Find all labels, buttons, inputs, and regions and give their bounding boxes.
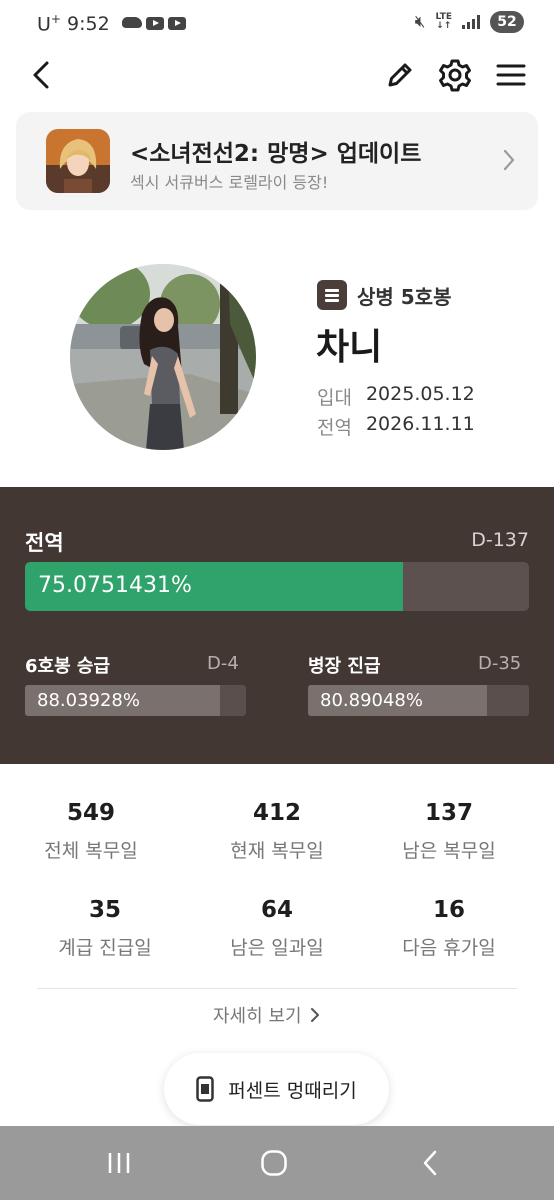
recent-apps-button[interactable] xyxy=(99,1146,139,1180)
stat-workdays-left: 64 남은 일과일 xyxy=(197,897,357,960)
stat-promotion-days: 35 계급 진급일 xyxy=(25,897,185,960)
banner-subtitle: 섹시 서큐버스 로렐라이 등장! xyxy=(130,173,329,192)
stat-value: 412 xyxy=(252,800,301,826)
carrier-label: U+ xyxy=(37,12,61,36)
system-back-button[interactable] xyxy=(410,1146,450,1180)
discharge-progress-bar: 75.0751431% xyxy=(25,562,529,611)
details-link-label: 자세히 보기 xyxy=(213,1006,302,1027)
rank-label: 상병 5호봉 xyxy=(357,284,452,309)
stat-served-days: 412 현재 복무일 xyxy=(197,800,357,863)
stat-label: 현재 복무일 xyxy=(230,840,324,862)
phone-icon xyxy=(196,1076,215,1102)
battery-indicator: 52 xyxy=(490,11,524,33)
details-link[interactable]: 자세히 보기 xyxy=(213,1002,320,1028)
discharge-dday: D-137 xyxy=(471,529,529,551)
status-bar: U+ 9:52 🔇︎ LTE ↓↑ 52 xyxy=(0,0,554,46)
rank-badge-icon xyxy=(317,280,347,310)
discharge-date: 2026.11.11 xyxy=(365,413,475,435)
pencil-icon xyxy=(388,63,412,87)
stat-value: 64 xyxy=(260,897,293,923)
edit-button[interactable] xyxy=(378,53,422,97)
percent-watch-label: 퍼센트 멍때리기 xyxy=(228,1079,357,1102)
rank-row: 상병 5호봉 xyxy=(317,280,451,310)
rankup-dday: D-35 xyxy=(478,653,522,674)
back-icon xyxy=(423,1150,437,1176)
discharge-label: 전역 xyxy=(317,417,352,439)
promo-progress-percent: 88.03928% xyxy=(37,690,140,711)
banner-title: <소녀전선2: 망명> 업데이트 xyxy=(130,141,422,167)
stat-label: 남은 복무일 xyxy=(402,840,496,862)
enlist-date: 2025.05.12 xyxy=(365,383,475,405)
youtube-icon xyxy=(145,17,164,31)
gear-icon xyxy=(439,59,471,92)
settings-button[interactable] xyxy=(433,53,477,97)
stat-label: 전체 복무일 xyxy=(44,840,138,862)
stat-label: 남은 일과일 xyxy=(230,937,324,959)
stat-remaining-days: 137 남은 복무일 xyxy=(369,800,529,863)
stat-next-leave: 16 다음 휴가일 xyxy=(369,897,529,960)
youtube-icon xyxy=(167,17,186,31)
promo-banner[interactable]: <소녀전선2: 망명> 업데이트 섹시 서큐버스 로렐라이 등장! xyxy=(16,112,538,210)
enlist-date-row: 입대 2025.05.12 xyxy=(317,383,475,410)
signal-icon xyxy=(462,15,480,29)
menu-icon xyxy=(496,64,526,86)
stat-label: 계급 진급일 xyxy=(58,937,152,959)
promo-progress-bar: 88.03928% xyxy=(25,685,246,716)
stat-value: 137 xyxy=(424,800,473,826)
promo-dday: D-4 xyxy=(207,653,239,674)
game-thumbnail xyxy=(46,129,110,193)
progress-panel: 전역 D-137 75.0751431% 6호봉 승급 D-4 88.03928… xyxy=(0,487,554,764)
divider xyxy=(37,988,517,989)
discharge-progress-percent: 75.0751431% xyxy=(38,573,192,598)
lte-icon: LTE ↓↑ xyxy=(435,12,452,31)
rankup-progress-bar: 80.89048% xyxy=(308,685,529,716)
stat-total-days: 549 전체 복무일 xyxy=(11,800,171,863)
stat-value: 35 xyxy=(88,897,121,923)
back-arrow-icon xyxy=(33,61,49,89)
recent-apps-icon xyxy=(108,1153,130,1173)
avatar[interactable] xyxy=(70,264,256,450)
discharge-progress-label: 전역 xyxy=(25,531,64,555)
user-name: 차니 xyxy=(316,327,383,368)
percent-watch-button[interactable]: 퍼센트 멍때리기 xyxy=(164,1053,389,1125)
rankup-progress-label: 병장 진급 xyxy=(308,656,381,677)
chevron-right-icon xyxy=(310,1008,319,1022)
home-icon xyxy=(261,1150,287,1176)
system-nav-bar xyxy=(0,1126,554,1200)
discharge-date-row: 전역 2026.11.11 xyxy=(317,413,475,440)
promo-progress-label: 6호봉 승급 xyxy=(25,656,111,677)
cloud-icon xyxy=(121,17,142,29)
home-button[interactable] xyxy=(254,1146,294,1180)
back-button[interactable] xyxy=(20,53,64,97)
menu-button[interactable] xyxy=(489,53,533,97)
stat-label: 다음 휴가일 xyxy=(402,937,496,959)
mute-icon: 🔇︎ xyxy=(414,12,426,32)
stat-value: 16 xyxy=(432,897,465,923)
chevron-right-icon xyxy=(502,148,516,176)
clock: 9:52 xyxy=(66,12,110,35)
stat-value: 549 xyxy=(66,800,115,826)
enlist-label: 입대 xyxy=(317,387,352,409)
rankup-progress-percent: 80.89048% xyxy=(320,690,423,711)
